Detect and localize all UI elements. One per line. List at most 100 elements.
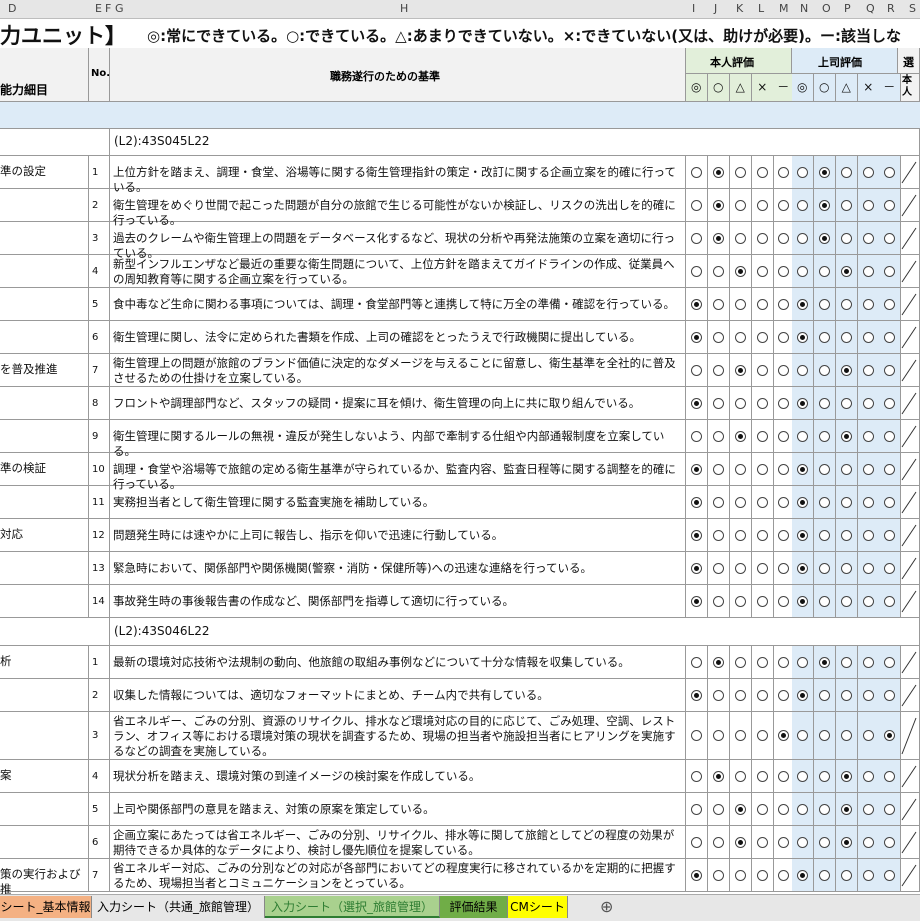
evaluation-cell[interactable] [858, 552, 880, 585]
self-eval-radio[interactable] [735, 595, 746, 607]
evaluation-cell[interactable] [708, 486, 730, 519]
ability-detail-cell[interactable]: を普及推進 [0, 354, 89, 387]
evaluation-cell[interactable] [858, 222, 880, 255]
row-number-cell[interactable]: 5 [89, 288, 110, 321]
evaluation-cell[interactable] [858, 453, 880, 486]
boss-eval-radio[interactable] [819, 656, 830, 668]
evaluation-cell[interactable] [730, 453, 752, 486]
evaluation-cell[interactable] [686, 189, 708, 222]
boss-eval-radio[interactable] [884, 364, 895, 376]
evaluation-cell[interactable] [752, 826, 774, 859]
self-eval-radio[interactable] [778, 595, 789, 607]
self-eval-radio[interactable] [757, 730, 768, 741]
self-eval-radio[interactable] [691, 529, 702, 541]
evaluation-cell[interactable] [686, 288, 708, 321]
self-eval-radio[interactable] [691, 595, 702, 607]
boss-eval-radio[interactable] [819, 463, 830, 475]
boss-eval-radio[interactable] [841, 397, 852, 409]
boss-eval-radio[interactable] [863, 770, 874, 782]
col-letter-s[interactable]: S [909, 2, 916, 15]
evaluation-cell[interactable] [686, 859, 708, 892]
evaluation-cell[interactable] [836, 760, 858, 793]
self-eval-radio[interactable] [757, 656, 768, 668]
evaluation-cell[interactable] [708, 712, 730, 760]
self-eval-radio[interactable] [735, 364, 746, 376]
evaluation-cell[interactable] [814, 552, 836, 585]
boss-eval-radio[interactable] [884, 836, 895, 848]
evaluation-cell[interactable] [814, 712, 836, 760]
self-eval-radio[interactable] [713, 529, 724, 541]
self-eval-radio[interactable] [778, 298, 789, 310]
evaluation-cell[interactable] [792, 646, 814, 679]
criteria-cell[interactable]: 調理・食堂や浴場等で旅館の定める衛生基準が守られているか、監査内容、監査日程等に… [110, 453, 686, 491]
self-eval-radio[interactable] [713, 463, 724, 475]
self-eval-radio[interactable] [778, 166, 789, 178]
evaluation-cell[interactable] [814, 679, 836, 712]
evaluation-cell[interactable] [686, 793, 708, 826]
boss-eval-radio[interactable] [884, 656, 895, 668]
evaluation-cell[interactable] [730, 189, 752, 222]
evaluation-cell[interactable] [686, 585, 708, 618]
evaluation-cell[interactable] [792, 156, 814, 189]
col-letter-k[interactable]: K [736, 2, 743, 15]
self-eval-radio[interactable] [735, 803, 746, 815]
row-number-cell[interactable]: 4 [89, 255, 110, 288]
evaluation-cell[interactable] [730, 646, 752, 679]
evaluation-cell[interactable] [752, 189, 774, 222]
extra-cell[interactable] [898, 519, 920, 552]
self-eval-radio[interactable] [713, 166, 724, 178]
boss-eval-radio[interactable] [863, 595, 874, 607]
self-eval-radio[interactable] [778, 331, 789, 343]
self-eval-radio[interactable] [691, 364, 702, 376]
evaluation-cell[interactable] [836, 321, 858, 354]
boss-eval-radio[interactable] [841, 689, 852, 701]
row-number-cell[interactable]: 4 [89, 760, 110, 793]
criteria-cell[interactable]: 衛生管理をめぐり世間で起こった問題が自分の旅館で生じる可能性がないか検証し、リス… [110, 189, 686, 227]
col-letter-p[interactable]: P [844, 2, 851, 15]
criteria-cell[interactable]: 省エネルギー、ごみの分別、資源のリサイクル、排水など環境対応の目的に応じて、ごみ… [110, 712, 686, 760]
self-eval-radio[interactable] [735, 199, 746, 211]
evaluation-cell[interactable] [686, 486, 708, 519]
self-eval-radio[interactable] [713, 199, 724, 211]
evaluation-cell[interactable] [708, 321, 730, 354]
boss-eval-radio[interactable] [797, 869, 808, 881]
boss-eval-radio[interactable] [841, 232, 852, 244]
evaluation-cell[interactable] [752, 585, 774, 618]
boss-eval-radio[interactable] [819, 689, 830, 701]
ability-detail-cell[interactable] [0, 793, 89, 826]
evaluation-cell[interactable] [836, 156, 858, 189]
row-number-cell[interactable]: 2 [89, 189, 110, 222]
boss-eval-radio[interactable] [819, 331, 830, 343]
ability-detail-cell[interactable] [0, 552, 89, 585]
evaluation-cell[interactable] [752, 288, 774, 321]
evaluation-cell[interactable] [858, 519, 880, 552]
evaluation-cell[interactable] [792, 519, 814, 552]
evaluation-cell[interactable] [686, 552, 708, 585]
self-eval-radio[interactable] [778, 529, 789, 541]
row-number-cell[interactable]: 9 [89, 420, 110, 453]
boss-eval-radio[interactable] [884, 595, 895, 607]
boss-eval-radio[interactable] [841, 836, 852, 848]
self-eval-radio[interactable] [757, 529, 768, 541]
evaluation-cell[interactable] [792, 712, 814, 760]
boss-eval-radio[interactable] [841, 656, 852, 668]
self-eval-radio[interactable] [691, 730, 702, 741]
self-eval-radio[interactable] [713, 689, 724, 701]
row-number-cell[interactable]: 1 [89, 646, 110, 679]
boss-eval-radio[interactable] [884, 689, 895, 701]
evaluation-cell[interactable] [858, 859, 880, 892]
criteria-cell[interactable]: 実務担当者として衛生管理に関する監査実施を補助している。 [110, 486, 686, 519]
self-eval-radio[interactable] [713, 595, 724, 607]
criteria-cell[interactable]: 上位方針を踏まえ、調理・食堂、浴場等に関する衛生管理指針の策定・改訂に関する企画… [110, 156, 686, 194]
evaluation-cell[interactable] [708, 552, 730, 585]
evaluation-cell[interactable] [858, 321, 880, 354]
col-letter-h[interactable]: H [400, 2, 408, 15]
criteria-cell[interactable]: 省エネルギー対応、ごみの分別などの対応が各部門においてどの程度実行に移されている… [110, 859, 686, 892]
self-eval-radio[interactable] [757, 232, 768, 244]
evaluation-cell[interactable] [836, 420, 858, 453]
evaluation-cell[interactable] [792, 679, 814, 712]
evaluation-cell[interactable] [858, 255, 880, 288]
criteria-cell[interactable]: 事故発生時の事後報告書の作成など、関係部門を指導して適切に行っている。 [110, 585, 686, 618]
boss-eval-radio[interactable] [841, 463, 852, 475]
boss-eval-radio[interactable] [797, 298, 808, 310]
